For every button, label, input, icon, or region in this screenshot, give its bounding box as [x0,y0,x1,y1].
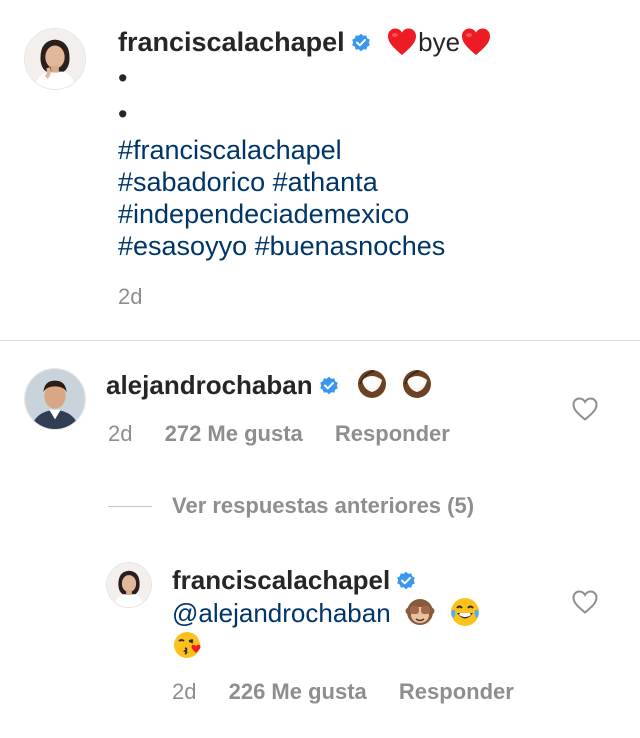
reply-meta: 2d 226 Me gusta Responder [172,679,540,705]
avatar[interactable] [24,28,86,90]
divider [0,340,640,341]
coconut-emoji [356,368,388,400]
reply-likes-count[interactable]: 226 Me gusta [229,679,367,704]
comment-meta: 2d 272 Me gusta Responder [108,421,476,447]
face-blowing-kiss-emoji [172,629,204,661]
reply-reply-button[interactable]: Responder [399,679,514,704]
avatar-photo [25,369,85,429]
caption-body: franciscalachapel bye • • #franciscalach… [118,26,618,262]
comment-reply-button[interactable]: Responder [335,421,450,446]
verified-badge-icon [396,571,416,591]
caption-hashtags: #franciscalachapel #sabadorico #athanta … [118,134,618,262]
caption-bullet: • [118,63,128,93]
see-no-evil-monkey-emoji [404,596,436,628]
hashtag-line[interactable]: #independeciademexico [118,198,618,230]
face-with-tears-of-joy-emoji [449,596,481,628]
divider [108,505,152,507]
reply-timestamp: 2d [172,679,197,704]
avatar[interactable] [24,368,86,430]
hashtag-line[interactable]: #sabadorico #athanta [118,166,618,198]
caption-timestamp: 2d [118,284,143,309]
verified-badge-icon [319,376,339,396]
comment-text: alejandrochaban [106,368,433,401]
like-heart-icon[interactable] [571,589,599,615]
red-heart-emoji [460,27,492,57]
comment-likes-count[interactable]: 272 Me gusta [165,421,303,446]
comment-username[interactable]: alejandrochaban [106,370,313,400]
coconut-emoji [401,368,433,400]
avatar-photo [25,29,85,89]
caption-bullet: • [118,99,128,129]
reply-text: franciscalachapel @alejandrochaban [172,564,481,662]
reply-username[interactable]: franciscalachapel [172,565,390,595]
view-previous-replies-button[interactable]: Ver respuestas anteriores (5) [108,491,474,521]
caption-text: bye [418,27,461,57]
mention-link[interactable]: @alejandrochaban [172,598,391,628]
view-replies-label: Ver respuestas anteriores (5) [172,493,475,518]
caption-first-line: franciscalachapel bye [118,26,618,58]
avatar-photo [107,563,151,607]
red-heart-emoji [386,27,418,57]
avatar[interactable] [106,562,152,608]
hashtag-line[interactable]: #esasoyyo #buenasnoches [118,230,618,262]
post-caption: franciscalachapel bye • • #franciscalach… [0,0,640,341]
hashtag-line[interactable]: #franciscalachapel [118,134,618,166]
comment-timestamp: 2d [108,421,133,446]
verified-badge-icon [351,33,371,53]
like-heart-icon[interactable] [571,396,599,422]
caption-username[interactable]: franciscalachapel [118,27,345,57]
